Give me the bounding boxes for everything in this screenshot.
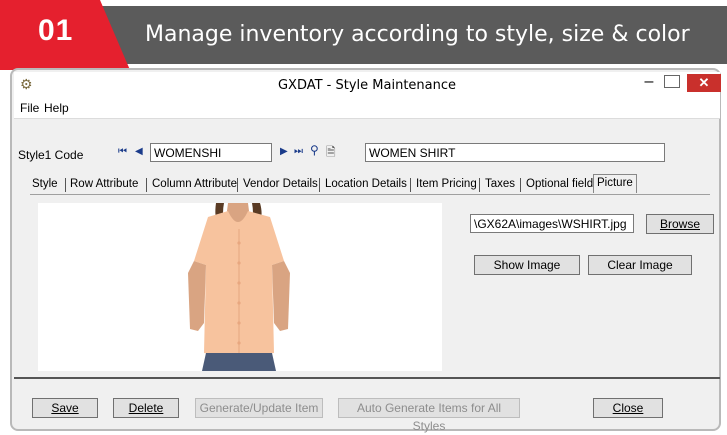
menu-file[interactable]: File <box>20 101 39 115</box>
tab-divider <box>65 178 66 192</box>
tab-divider <box>146 178 147 192</box>
tab-column-attribute[interactable]: Column Attribute <box>152 176 237 194</box>
save-button[interactable]: Save <box>32 398 98 418</box>
next-record-icon[interactable]: ▶ <box>280 146 288 157</box>
tab-panel-border <box>30 194 710 195</box>
first-record-icon[interactable]: ⏮ <box>118 146 127 157</box>
footer-divider <box>14 377 720 379</box>
generate-update-item-button[interactable]: Generate/Update Item <box>195 398 323 418</box>
tab-optional-field[interactable]: Optional field <box>526 176 593 194</box>
close-window-button[interactable]: ✕ <box>687 74 721 92</box>
picture-preview <box>38 203 442 371</box>
clear-image-button[interactable]: Clear Image <box>588 255 692 275</box>
title-bar: ⚙ GXDAT - Style Maintenance – ✕ <box>14 72 721 98</box>
tab-divider <box>237 178 238 192</box>
tab-location-details[interactable]: Location Details <box>325 176 407 194</box>
window-title: GXDAT - Style Maintenance <box>277 78 457 93</box>
previous-record-icon[interactable]: ◀ <box>135 146 143 157</box>
style-description-input[interactable]: WOMEN SHIRT <box>365 143 665 162</box>
shirt-product-image <box>38 203 442 371</box>
feature-banner: 01 Manage inventory according to style, … <box>0 0 727 70</box>
new-document-icon[interactable]: 🗎 <box>326 143 336 164</box>
browse-button-label: Browse <box>659 217 700 231</box>
tab-vendor-details[interactable]: Vendor Details <box>243 176 318 194</box>
image-path-input[interactable]: \GX62A\images\WSHIRT.jpg <box>470 214 634 233</box>
show-image-button[interactable]: Show Image <box>474 255 580 275</box>
auto-generate-items-button[interactable]: Auto Generate Items for All Styles <box>338 398 520 433</box>
style-code-label: Style1 Code <box>18 148 84 162</box>
save-button-label: Save <box>51 401 79 415</box>
tab-divider <box>319 178 320 192</box>
tab-divider <box>410 178 411 192</box>
menu-bar: File Help <box>14 98 720 119</box>
app-window: ⚙ GXDAT - Style Maintenance – ✕ File Hel… <box>14 72 721 433</box>
minimize-button[interactable]: – <box>638 74 660 92</box>
last-record-icon[interactable]: ⏭ <box>294 146 303 157</box>
close-button[interactable]: Close <box>593 398 663 418</box>
browse-button[interactable]: Browse <box>646 214 714 234</box>
tab-picture[interactable]: Picture <box>593 174 637 193</box>
menu-help[interactable]: Help <box>44 101 69 115</box>
maximize-button[interactable] <box>664 75 680 88</box>
tab-divider <box>520 178 521 192</box>
delete-button[interactable]: Delete <box>113 398 179 418</box>
tab-taxes[interactable]: Taxes <box>485 176 515 194</box>
style-code-input[interactable]: WOMENSHI <box>150 143 272 162</box>
tab-row-attribute[interactable]: Row Attribute <box>70 176 138 194</box>
delete-button-label: Delete <box>128 401 164 415</box>
banner-title: Manage inventory according to style, siz… <box>145 22 690 47</box>
close-button-label: Close <box>612 401 644 415</box>
tab-divider <box>479 178 480 192</box>
tab-item-pricing[interactable]: Item Pricing <box>416 176 477 194</box>
tab-style[interactable]: Style <box>32 176 58 194</box>
search-icon[interactable]: ⚲ <box>310 143 319 157</box>
banner-number: 01 <box>38 14 74 47</box>
